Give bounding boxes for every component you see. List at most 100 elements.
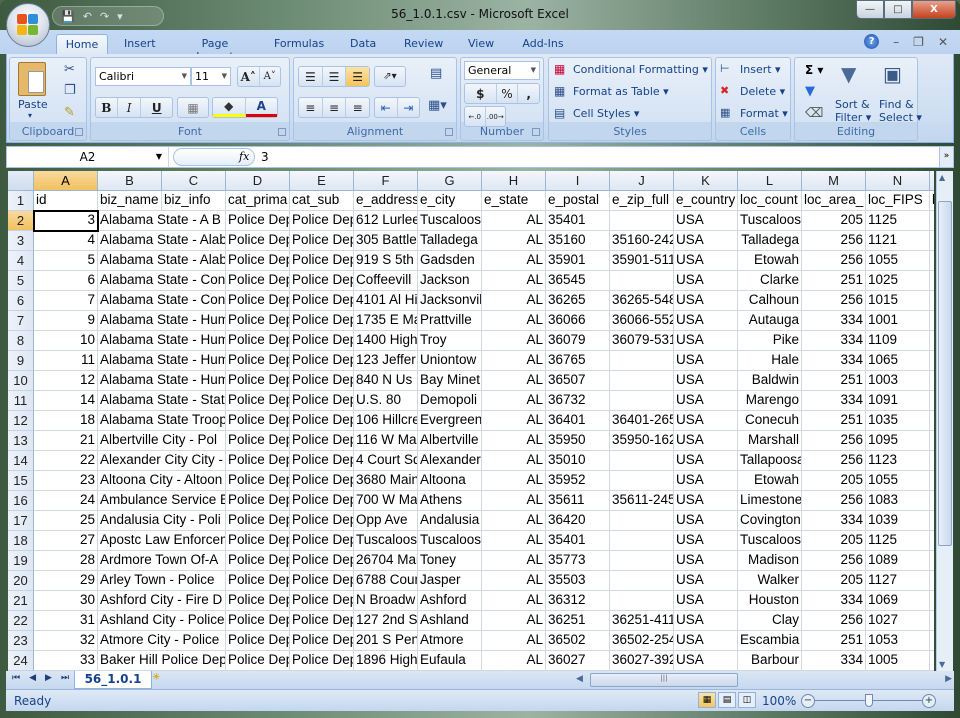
table-cell[interactable]: Andalusia [418,511,482,531]
table-cell[interactable]: USA [674,211,738,231]
scroll-left-icon[interactable]: ◀ [576,674,583,684]
table-cell[interactable]: 35611-245 [610,491,674,511]
table-cell[interactable]: Clarke [738,271,802,291]
clear-icon[interactable]: ⌫ [805,106,823,121]
scroll-down-icon[interactable]: ▼ [939,660,945,669]
expand-formula-bar-icon[interactable]: » [939,147,953,167]
table-cell[interactable]: Police Dep [290,231,354,251]
table-cell[interactable]: AL [482,611,546,631]
table-cell[interactable]: Ashford [418,591,482,611]
row-header[interactable]: 13 [8,431,34,451]
align-right-button[interactable]: ≡ [346,98,369,117]
zoom-slider-thumb[interactable] [864,694,873,707]
table-cell[interactable]: 4 Court Sq [354,451,418,471]
table-cell[interactable]: AL [482,631,546,651]
table-cell[interactable]: Albertville [418,431,482,451]
table-cell[interactable]: Talladega [738,231,802,251]
currency-button[interactable]: $ [465,84,497,103]
table-cell[interactable] [610,571,674,591]
table-cell[interactable] [610,531,674,551]
clipboard-launcher-icon[interactable] [75,128,83,136]
table-cell[interactable]: Police Dep [226,551,290,571]
grow-font-button[interactable]: A˄ [238,67,260,86]
table-cell[interactable]: Police Dep [226,291,290,311]
table-cell[interactable]: Alabama State Troop [98,411,226,431]
table-cell[interactable]: 6788 Coun [354,571,418,591]
table-cell[interactable]: 36251-411 [610,611,674,631]
last-sheet-icon[interactable]: ⏭ [61,673,69,683]
table-cell[interactable]: 36765 [546,351,610,371]
table-cell[interactable]: 27 [34,531,98,551]
tab-page-layout[interactable]: Page Layout [183,34,247,63]
table-cell[interactable]: 106 Hillcre [354,411,418,431]
table-cell[interactable]: Police Dep [226,391,290,411]
table-cell[interactable]: Covington [738,511,802,531]
table-cell[interactable]: AL [482,291,546,311]
table-cell[interactable]: Police Dep [226,471,290,491]
table-cell[interactable]: AL [482,551,546,571]
table-cell[interactable]: Alexander City City - [98,451,226,471]
table-cell[interactable]: USA [674,291,738,311]
bold-button[interactable]: B [96,98,118,117]
table-cell[interactable]: 1091 [866,391,930,411]
header-cell[interactable]: e_zip_full [610,191,674,211]
table-cell[interactable]: Coffeevill [354,271,418,291]
table-cell[interactable]: 36066 [546,311,610,331]
first-sheet-icon[interactable]: ⏮ [12,673,20,683]
decrease-indent-button[interactable]: ⇤ [375,98,398,117]
table-cell[interactable]: 36251 [546,611,610,631]
table-cell[interactable]: AL [482,531,546,551]
table-cell[interactable]: Police Dep [290,391,354,411]
table-cell[interactable]: Tuscaloos [418,211,482,231]
table-cell[interactable]: Atmore [418,631,482,651]
table-cell[interactable]: 919 S 5th S [354,251,418,271]
zoom-slider[interactable]: − + [801,694,936,708]
table-cell[interactable]: 205 [802,531,866,551]
table-cell[interactable] [930,511,934,531]
sort-filter-label-1[interactable]: Sort & [835,98,870,111]
table-cell[interactable]: 21 [34,431,98,451]
row-header[interactable]: 3 [8,231,34,251]
table-cell[interactable]: Jacksonvil [418,291,482,311]
table-cell[interactable] [610,351,674,371]
table-cell[interactable]: Police Dep [290,551,354,571]
header-cell[interactable]: biz_info [162,191,226,211]
name-box-dropdown-icon[interactable]: ▼ [156,152,162,161]
row-header[interactable]: 5 [8,271,34,291]
page-layout-view-button[interactable]: ▤ [718,692,736,708]
table-cell[interactable]: 1055 [866,251,930,271]
table-cell[interactable]: Tallapoosa [738,451,802,471]
tab-home[interactable]: Home [56,34,108,54]
table-cell[interactable]: 256 [802,611,866,631]
table-cell[interactable] [610,591,674,611]
table-cell[interactable]: Etowah [738,251,802,271]
table-cell[interactable]: USA [674,391,738,411]
orientation-button[interactable]: ⇗▾ [375,67,405,86]
table-cell[interactable] [610,511,674,531]
row-header[interactable]: 7 [8,311,34,331]
center-button[interactable]: ≡ [323,98,347,117]
number-format-combo[interactable]: General ▼ [464,61,540,80]
table-cell[interactable]: Police Dep [290,211,354,231]
column-header-j[interactable]: J [610,171,674,191]
alignment-launcher-icon[interactable] [445,128,453,136]
shrink-font-button[interactable]: A˅ [260,67,281,86]
table-cell[interactable]: Police Dep [226,631,290,651]
table-cell[interactable]: 36066-552 [610,311,674,331]
table-cell[interactable]: 18 [34,411,98,431]
table-cell[interactable]: 36401-265 [610,411,674,431]
table-cell[interactable] [930,551,934,571]
table-cell[interactable]: 36502 [546,631,610,651]
ribbon-minimize-icon[interactable]: – [893,35,899,49]
table-cell[interactable]: USA [674,271,738,291]
table-cell[interactable]: 10 [34,331,98,351]
table-cell[interactable] [930,371,934,391]
table-cell[interactable]: Police Dep [290,631,354,651]
find-select-button[interactable]: Select ▾ [879,111,922,124]
table-cell[interactable]: 30 [34,591,98,611]
table-cell[interactable]: Athens [418,491,482,511]
delete-cells-button[interactable]: Delete ▾ [740,85,785,98]
table-cell[interactable]: 123 Jeffer [354,351,418,371]
row-header[interactable]: 16 [8,491,34,511]
table-cell[interactable]: AL [482,271,546,291]
